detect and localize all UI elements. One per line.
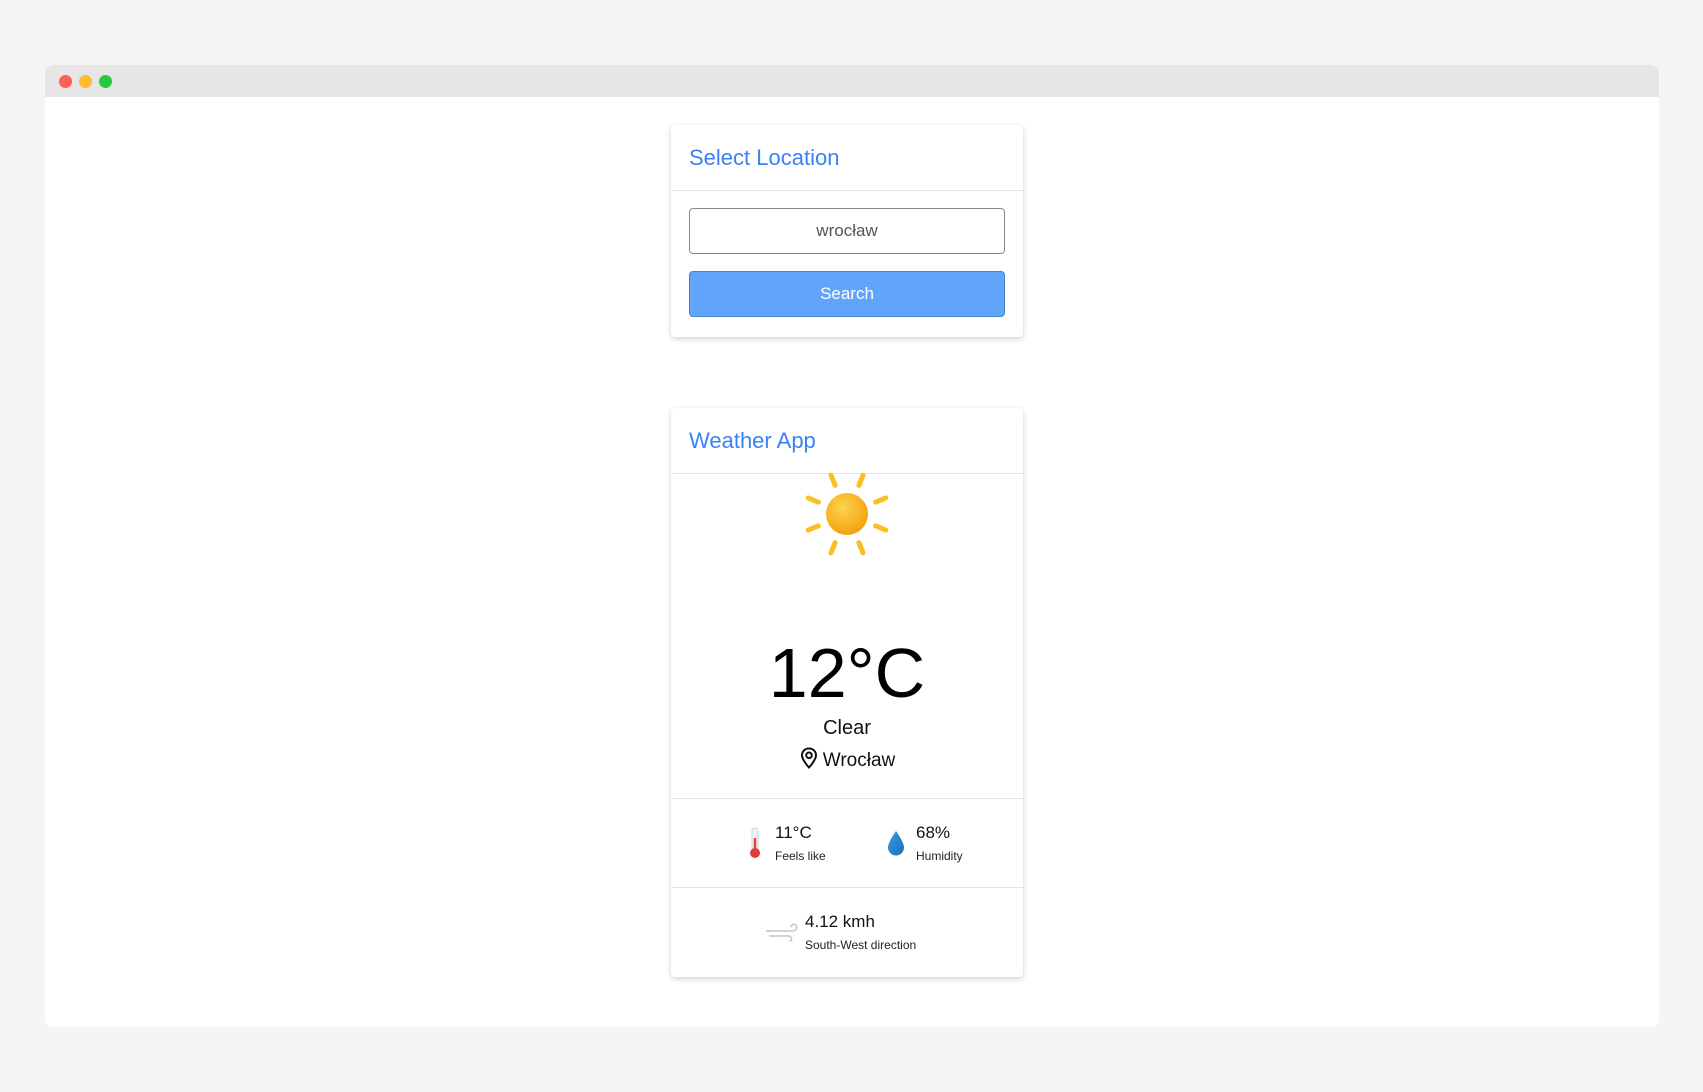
window-titlebar — [45, 65, 1659, 97]
browser-window: Select Location Search Weather App — [45, 65, 1659, 1027]
weather-condition: Clear — [823, 717, 871, 739]
wind-speed: 4.12 kmh — [805, 912, 875, 931]
location-row: Wrocław — [671, 747, 1023, 775]
close-window-button[interactable] — [59, 75, 72, 88]
minimize-window-button[interactable] — [79, 75, 92, 88]
wind-stat: 4.12 kmh South-West direction — [763, 912, 916, 952]
humidity-label: Humidity — [916, 849, 963, 863]
thermometer-icon — [735, 823, 775, 863]
maximize-window-button[interactable] — [99, 75, 112, 88]
map-pin-icon — [799, 747, 819, 775]
search-button[interactable]: Search — [689, 271, 1005, 317]
weather-card: Weather App 12°C Clear Wrocław 11°C Feel… — [671, 408, 1023, 977]
location-search-input[interactable] — [689, 208, 1005, 254]
weather-stats: 11°C Feels like 68% Humidity — [671, 799, 1023, 888]
location-name: Wrocław — [822, 750, 896, 771]
weather-card-title: Weather App — [671, 408, 1023, 474]
feels-like-value: 11°C — [775, 823, 812, 842]
wind-info: 4.12 kmh South-West direction — [671, 888, 1023, 977]
temperature: 12°C — [768, 634, 926, 712]
current-weather: 12°C Clear Wrocław — [671, 472, 1023, 799]
feels-like-label: Feels like — [775, 849, 826, 863]
wind-direction: South-West direction — [805, 938, 917, 952]
location-card: Select Location Search — [671, 125, 1023, 337]
humidity-stat: 68% Humidity — [876, 823, 963, 863]
water-drop-icon — [876, 823, 916, 863]
wind-icon — [763, 912, 805, 952]
feels-like-stat: 11°C Feels like — [735, 823, 826, 863]
location-card-title: Select Location — [671, 125, 1023, 191]
humidity-value: 68% — [916, 823, 951, 842]
